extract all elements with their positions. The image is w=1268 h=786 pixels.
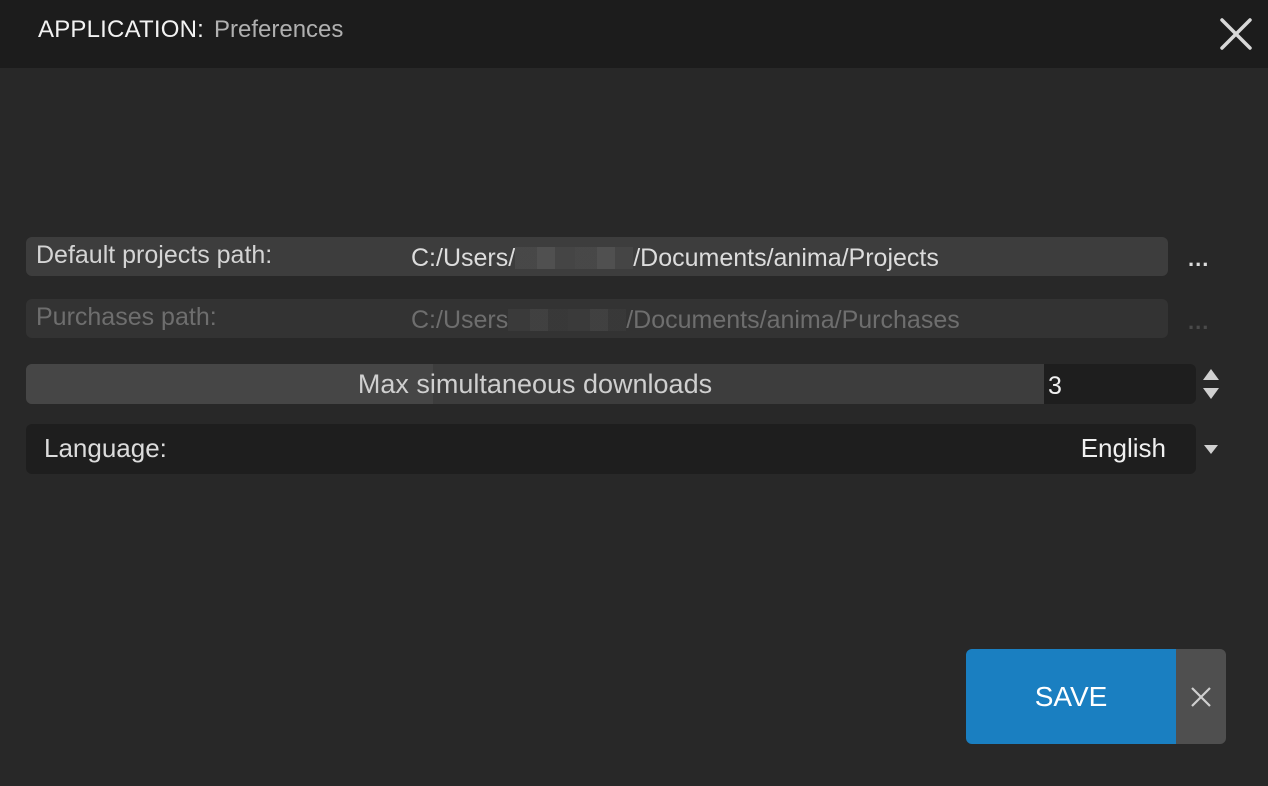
language-select[interactable]: Language: English: [26, 424, 1196, 474]
redacted-username: [515, 247, 634, 269]
max-downloads-slider[interactable]: Max simultaneous downloads: [26, 364, 1044, 404]
purchases-path-value: C:/Users/Documents/anima/Purchases: [411, 306, 960, 335]
path-suffix: /Documents/anima/Projects: [633, 244, 939, 272]
max-downloads-label: Max simultaneous downloads: [357, 369, 713, 399]
spin-down-icon[interactable]: [1202, 386, 1220, 400]
purchases-path-label: Purchases path:: [36, 303, 217, 331]
close-icon: [1191, 687, 1211, 707]
language-value: English: [1080, 433, 1166, 463]
max-downloads-input[interactable]: 3: [1044, 364, 1196, 404]
preferences-window: APPLICATION: Preferences Default project…: [0, 0, 1268, 786]
default-projects-path-label: Default projects path:: [36, 241, 273, 269]
path-prefix: C:/Users: [411, 306, 509, 334]
cancel-button[interactable]: [1176, 649, 1226, 744]
redacted-username: [508, 309, 627, 331]
path-suffix: /Documents/anima/Purchases: [626, 306, 960, 334]
window-title-app: APPLICATION:: [38, 16, 204, 43]
title-bar: APPLICATION: Preferences: [0, 0, 1268, 68]
purchases-path-row: Purchases path: C:/Users/Documents/anima…: [26, 299, 1168, 338]
path-prefix: C:/Users/: [411, 244, 516, 272]
save-button[interactable]: SAVE: [966, 649, 1176, 744]
close-icon: [1220, 18, 1252, 50]
default-projects-path-value[interactable]: C:/Users/ /Documents/anima/Projects: [411, 244, 939, 273]
close-button[interactable]: [1216, 14, 1256, 54]
window-title-page: Preferences: [214, 16, 344, 43]
browse-purchases-button: ...: [1188, 309, 1210, 334]
language-label: Language:: [44, 433, 167, 463]
chevron-down-icon[interactable]: [1203, 443, 1219, 455]
default-projects-path-row[interactable]: Default projects path: C:/Users/ /Documen…: [26, 237, 1168, 276]
spin-up-icon[interactable]: [1202, 368, 1220, 382]
browse-default-projects-button[interactable]: ...: [1188, 246, 1209, 272]
